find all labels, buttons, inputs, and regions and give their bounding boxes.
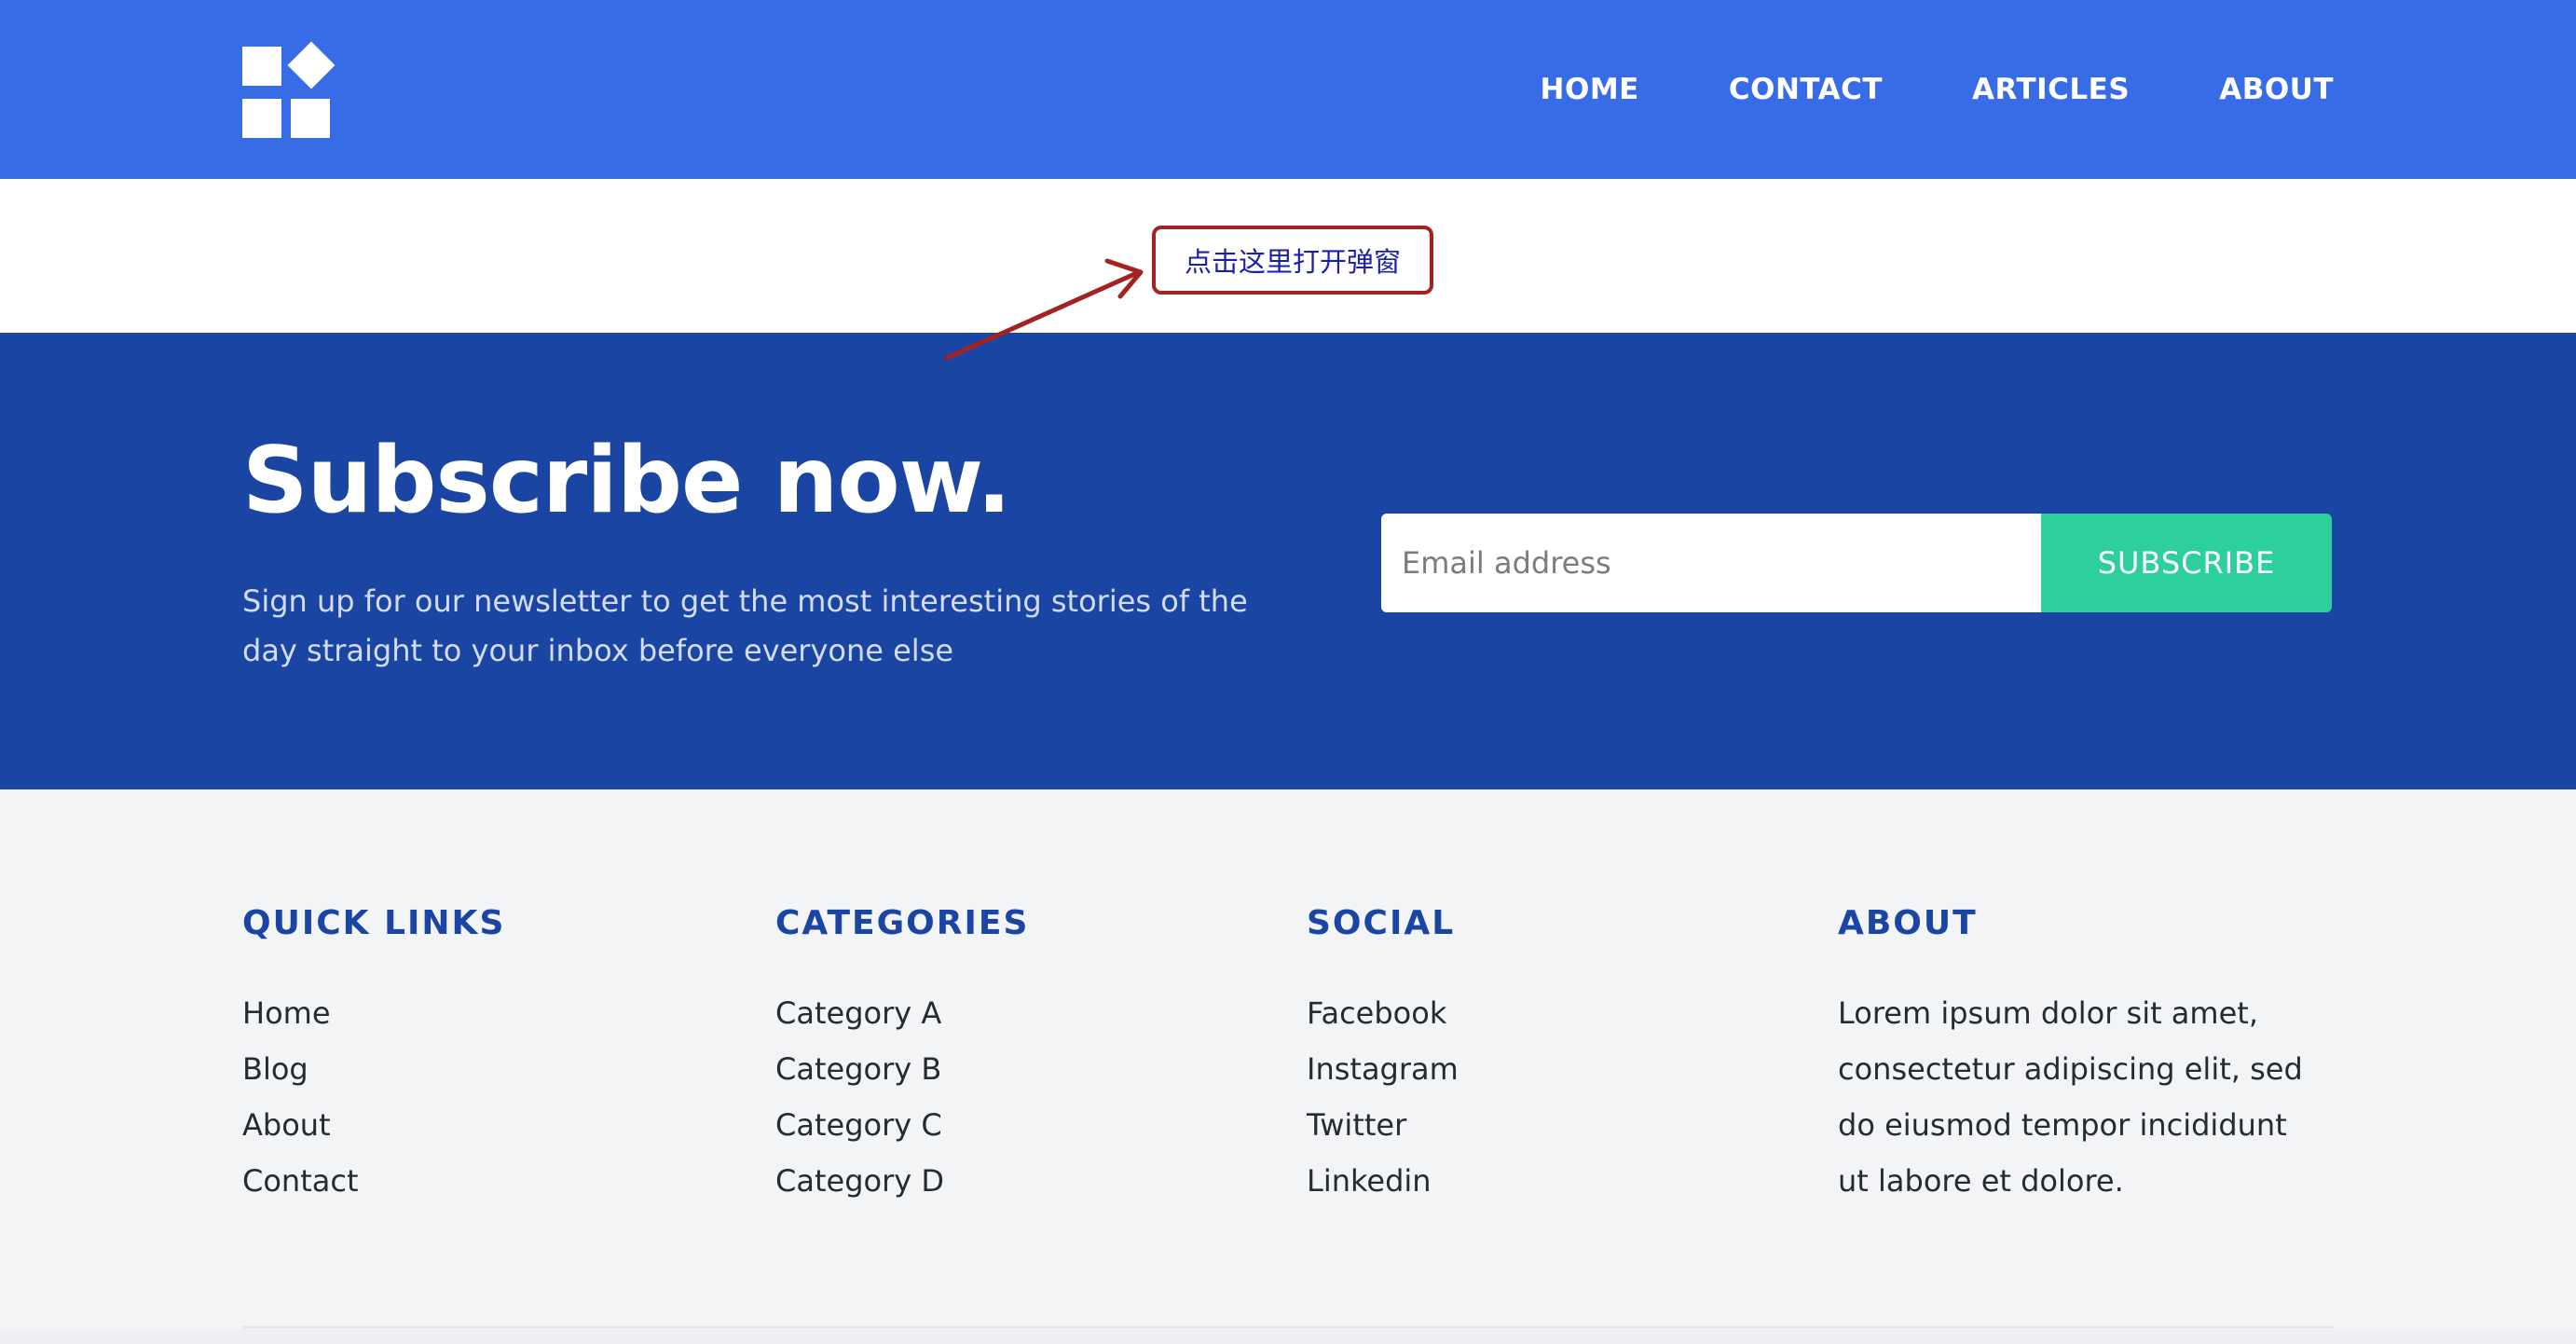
logo-icon[interactable] xyxy=(242,41,339,138)
logo-square-icon xyxy=(242,99,281,138)
footer-heading-social: SOCIAL xyxy=(1307,904,1456,942)
list-item[interactable]: Category D xyxy=(775,1153,1029,1209)
nav-home[interactable]: HOME xyxy=(1541,73,1639,106)
list-item[interactable]: Category C xyxy=(775,1097,1029,1153)
open-popup-callout[interactable]: 点击这里打开弹窗 xyxy=(1152,226,1433,295)
footer-link-category-c[interactable]: Category C xyxy=(775,1107,942,1143)
list-item[interactable]: Facebook xyxy=(1307,985,1459,1041)
main-nav: HOME CONTACT ARTICLES ABOUT xyxy=(1541,0,2334,179)
subscribe-button[interactable]: SUBSCRIBE xyxy=(2041,514,2332,612)
footer-link-twitter[interactable]: Twitter xyxy=(1307,1107,1406,1143)
footer-link-blog[interactable]: Blog xyxy=(242,1051,308,1087)
list-item[interactable]: About xyxy=(242,1097,505,1153)
list-item[interactable]: Category B xyxy=(775,1041,1029,1097)
footer-link-contact[interactable]: Contact xyxy=(242,1163,359,1199)
logo-square-icon xyxy=(242,47,281,86)
subscribe-section: Subscribe now. Sign up for our newslette… xyxy=(0,333,2576,789)
nav-articles[interactable]: ARTICLES xyxy=(1972,73,2130,106)
footer-heading-about: ABOUT xyxy=(1838,904,1978,942)
nav-contact[interactable]: CONTACT xyxy=(1729,73,1883,106)
footer-heading-quick-links: QUICK LINKS xyxy=(242,904,506,942)
nav-about[interactable]: ABOUT xyxy=(2219,73,2334,106)
footer-link-linkedin[interactable]: Linkedin xyxy=(1307,1163,1432,1199)
list-item[interactable]: Blog xyxy=(242,1041,505,1097)
site-footer: QUICK LINKS Home Blog About Contact CATE… xyxy=(0,789,2576,1344)
email-input[interactable] xyxy=(1381,514,2041,612)
footer-column-about: ABOUT Lorem ipsum dolor sit amet, consec… xyxy=(1838,907,2323,1209)
footer-link-home[interactable]: Home xyxy=(242,995,331,1031)
list-item[interactable]: Linkedin xyxy=(1307,1153,1459,1209)
logo-diamond-icon xyxy=(287,41,336,89)
list-item[interactable]: Instagram xyxy=(1307,1041,1459,1097)
page: HOME CONTACT ARTICLES ABOUT 点击这里打开弹窗 Sub… xyxy=(0,0,2576,1344)
footer-link-category-d[interactable]: Category D xyxy=(775,1163,944,1199)
subscribe-form: SUBSCRIBE xyxy=(1381,514,2332,612)
footer-about-text: Lorem ipsum dolor sit amet, consectetur … xyxy=(1838,995,2303,1199)
subscribe-description: Sign up for our newsletter to get the mo… xyxy=(242,583,1248,668)
list-item[interactable]: Twitter xyxy=(1307,1097,1459,1153)
footer-link-category-b[interactable]: Category B xyxy=(775,1051,941,1087)
list-item[interactable]: Category A xyxy=(775,985,1029,1041)
footer-link-instagram[interactable]: Instagram xyxy=(1307,1051,1459,1087)
list-item[interactable]: Home xyxy=(242,985,505,1041)
footer-link-about[interactable]: About xyxy=(242,1107,331,1143)
subscribe-title: Subscribe now. xyxy=(242,428,1011,534)
list-item[interactable]: Contact xyxy=(242,1153,505,1209)
footer-heading-categories: CATEGORIES xyxy=(775,904,1030,942)
logo-square-icon xyxy=(291,99,330,138)
footer-link-category-a[interactable]: Category A xyxy=(775,995,941,1031)
site-header: HOME CONTACT ARTICLES ABOUT xyxy=(0,0,2576,179)
footer-bottom-bar xyxy=(0,1328,2576,1344)
footer-column-categories: CATEGORIES Category A Category B Categor… xyxy=(775,907,1029,1209)
footer-link-facebook[interactable]: Facebook xyxy=(1307,995,1446,1031)
footer-column-quick-links: QUICK LINKS Home Blog About Contact xyxy=(242,907,505,1209)
footer-column-social: SOCIAL Facebook Instagram Twitter Linked… xyxy=(1307,907,1459,1209)
